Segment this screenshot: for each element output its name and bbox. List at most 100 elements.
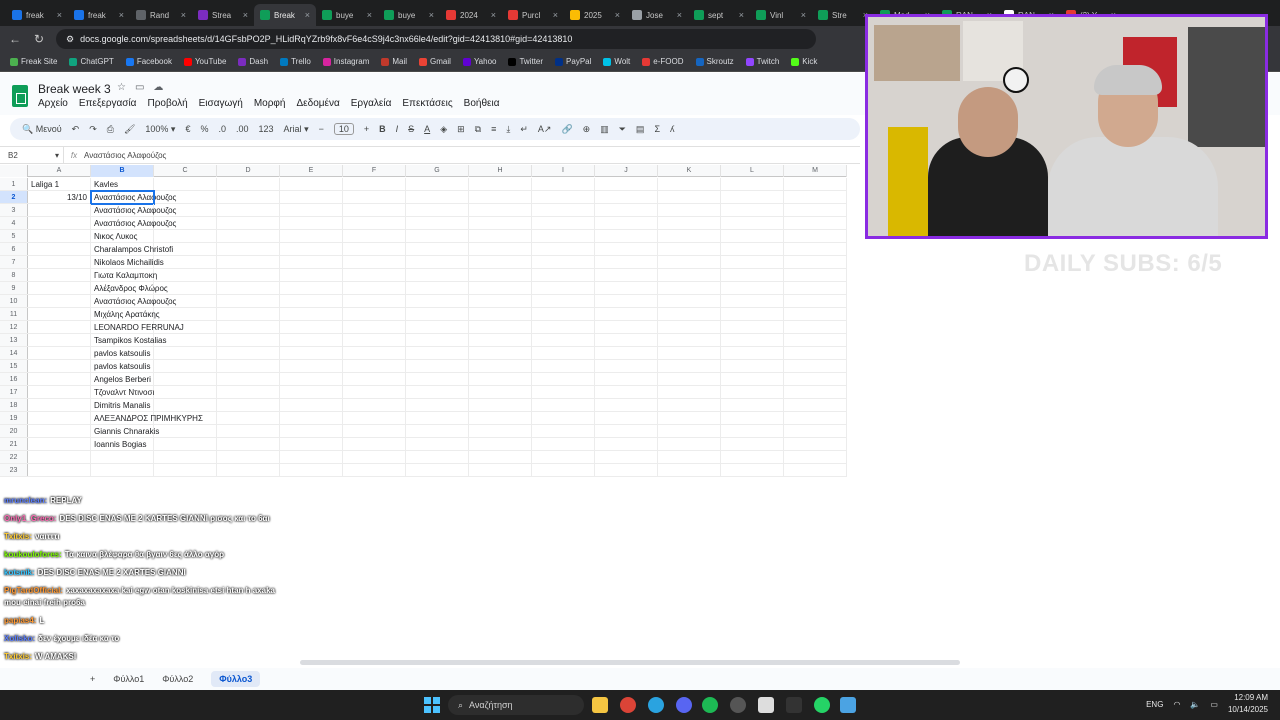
grid-cell[interactable]	[343, 178, 406, 191]
grid-cell[interactable]	[217, 230, 280, 243]
volume-icon[interactable]: 🔈	[1190, 700, 1200, 709]
grid-cell[interactable]	[595, 217, 658, 230]
grid-cell[interactable]	[532, 191, 595, 204]
grid-cell[interactable]	[343, 308, 406, 321]
xbox-icon[interactable]	[786, 697, 802, 713]
currency-button[interactable]: €	[185, 124, 190, 134]
chat-username[interactable]: Only1_Greco:	[4, 514, 56, 523]
grid-cell[interactable]	[658, 360, 721, 373]
grid-cell[interactable]	[658, 412, 721, 425]
grid-cell[interactable]	[595, 282, 658, 295]
percent-button[interactable]: %	[200, 124, 208, 134]
grid-cell[interactable]	[28, 282, 91, 295]
grid-cell[interactable]	[469, 373, 532, 386]
grid-cell[interactable]	[154, 425, 217, 438]
grid-cell[interactable]	[217, 191, 280, 204]
grid-cell[interactable]	[406, 360, 469, 373]
grid-cell[interactable]	[532, 282, 595, 295]
column-header[interactable]: J	[595, 165, 658, 177]
grid-cell[interactable]	[343, 386, 406, 399]
grid-cell[interactable]	[28, 269, 91, 282]
browser-tab[interactable]: freak ×	[6, 4, 68, 26]
grid-cell[interactable]	[595, 295, 658, 308]
grid-cell[interactable]: Μιχάλης Αρατάκης	[91, 308, 160, 321]
grid-cell[interactable]: pavlos katsoulis	[91, 360, 154, 373]
grid-cell[interactable]	[658, 204, 721, 217]
grid-cell[interactable]	[784, 451, 847, 464]
grid-cell[interactable]	[658, 425, 721, 438]
menu-item[interactable]: Αρχείο	[38, 98, 68, 109]
column-header[interactable]: A	[28, 165, 91, 177]
grid-cell[interactable]	[721, 178, 784, 191]
font-size-input[interactable]: 10	[333, 123, 354, 135]
column-header[interactable]: D	[217, 165, 280, 177]
grid-cell[interactable]	[469, 321, 532, 334]
grid-cell[interactable]	[28, 425, 91, 438]
grid-cell[interactable]	[343, 438, 406, 451]
grid-cell[interactable]	[343, 243, 406, 256]
grid-cell[interactable]	[154, 256, 217, 269]
column-header[interactable]: H	[469, 165, 532, 177]
vertical-align-icon[interactable]: ⤓	[506, 124, 510, 135]
grid-cell[interactable]	[28, 451, 91, 464]
sheet-tab[interactable]: Φύλλο1	[113, 674, 144, 684]
filter-icon[interactable]: ⏷	[619, 124, 626, 135]
grid-cell[interactable]	[595, 204, 658, 217]
bookmark-item[interactable]: Trello	[280, 57, 311, 66]
text-color-icon[interactable]: A	[424, 124, 430, 134]
grid-cell[interactable]	[154, 191, 217, 204]
grid-cell[interactable]	[784, 321, 847, 334]
grid-cell[interactable]	[28, 464, 91, 477]
column-header[interactable]: I	[532, 165, 595, 177]
close-icon[interactable]: ×	[367, 10, 372, 20]
whatsapp-icon[interactable]	[814, 697, 830, 713]
grid-cell[interactable]	[532, 412, 595, 425]
grid-cell[interactable]	[469, 464, 532, 477]
grid-cell[interactable]	[217, 217, 280, 230]
grid-cell[interactable]	[658, 334, 721, 347]
row-header[interactable]: 16	[0, 373, 28, 385]
grid-cell[interactable]	[28, 399, 91, 412]
row-header[interactable]: 12	[0, 321, 28, 333]
spotify-icon[interactable]	[702, 697, 718, 713]
grid-cell[interactable]	[28, 347, 91, 360]
grid-cell[interactable]	[280, 230, 343, 243]
grid-cell[interactable]	[280, 412, 343, 425]
fill-color-icon[interactable]: ◈	[440, 124, 447, 135]
menu-item[interactable]: Βοήθεια	[464, 98, 500, 109]
chat-username[interactable]: Xolisko:	[4, 634, 35, 643]
grid-cell[interactable]	[280, 347, 343, 360]
grid-cell[interactable]	[532, 334, 595, 347]
browser-tab[interactable]: Jose ×	[626, 4, 688, 26]
column-header[interactable]: B	[91, 165, 154, 177]
bookmark-item[interactable]: ChatGPT	[69, 57, 114, 66]
chat-username[interactable]: Txitxis:	[4, 532, 32, 541]
grid-cell[interactable]	[532, 438, 595, 451]
row-header[interactable]: 9	[0, 282, 28, 294]
chat-username[interactable]: papias4:	[4, 616, 36, 625]
grid-cell[interactable]	[154, 269, 217, 282]
italic-icon[interactable]: I	[396, 124, 399, 134]
grid-cell[interactable]	[532, 464, 595, 477]
grid-cell[interactable]	[532, 451, 595, 464]
obs-icon[interactable]	[730, 697, 746, 713]
menu-item[interactable]: Εισαγωγή	[199, 98, 243, 109]
row-header[interactable]: 21	[0, 438, 28, 450]
grid-cell[interactable]	[28, 308, 91, 321]
grid-cell[interactable]	[280, 191, 343, 204]
grid-cell[interactable]	[154, 334, 217, 347]
grid-cell[interactable]	[658, 399, 721, 412]
grid-cell[interactable]	[784, 373, 847, 386]
grid-cell[interactable]	[532, 360, 595, 373]
grid-cell[interactable]: pavlos katsoulis	[91, 347, 154, 360]
grid-cell[interactable]	[406, 347, 469, 360]
browser-tab[interactable]: freak ×	[68, 4, 130, 26]
browser-tab[interactable]: Purcl ×	[502, 4, 564, 26]
grid-cell[interactable]	[532, 230, 595, 243]
grid-cell[interactable]	[28, 373, 91, 386]
tray-language[interactable]: ENG	[1146, 700, 1163, 709]
site-info-icon[interactable]: ⚙	[66, 34, 74, 45]
browser-tab[interactable]: buye ×	[316, 4, 378, 26]
grid-cell[interactable]	[280, 178, 343, 191]
grid-cell[interactable]	[532, 399, 595, 412]
